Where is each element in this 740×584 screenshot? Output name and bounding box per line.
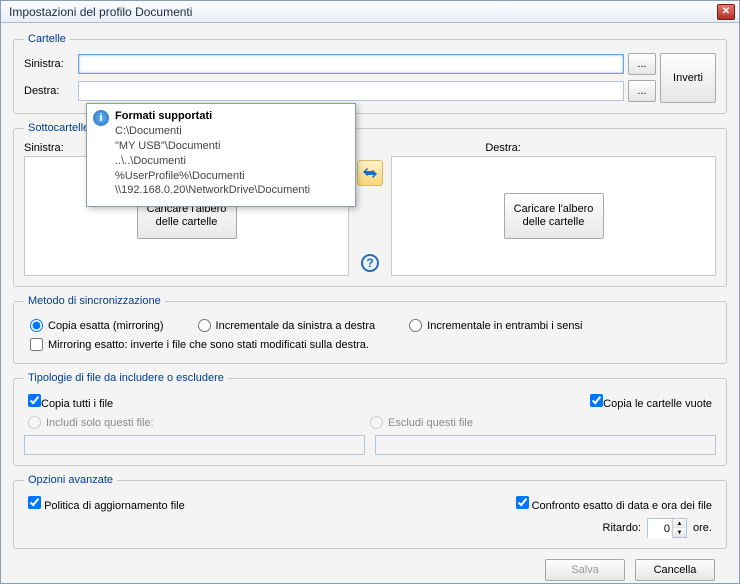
- path-formats-tooltip: i Formati supportati C:\Documenti "MY US…: [86, 103, 356, 207]
- copy-empty-folders[interactable]: Copia le cartelle vuote: [590, 394, 712, 410]
- delay-input[interactable]: [648, 519, 672, 539]
- exclude-patterns-input: [375, 435, 716, 455]
- left-folder-label: Sinistra:: [24, 58, 74, 70]
- invert-button[interactable]: Inverti: [660, 53, 716, 103]
- exact-compare[interactable]: Confronto esatto di data e ora dei file: [516, 496, 712, 512]
- exact-mirror-label: Mirroring esatto: inverte i file che son…: [48, 339, 369, 351]
- sync-opt-ltr[interactable]: Incrementale da sinistra a destra: [198, 319, 376, 332]
- update-policy-checkbox[interactable]: [28, 496, 41, 509]
- sync-opt-both[interactable]: Incrementale in entrambi i sensi: [409, 319, 582, 332]
- exact-compare-checkbox[interactable]: [516, 496, 529, 509]
- left-folder-input[interactable]: [78, 54, 624, 74]
- browse-right-button[interactable]: ...: [628, 80, 656, 102]
- exclude-radio: [370, 416, 383, 429]
- include-only-option: Includi solo questi file:: [28, 416, 370, 429]
- sync-opt-mirroring[interactable]: Copia esatta (mirroring): [30, 319, 164, 332]
- load-right-tree-button[interactable]: Caricare l'albero delle cartelle: [504, 193, 604, 239]
- right-tree-box: Caricare l'albero delle cartelle: [391, 156, 716, 276]
- sync-radio-3[interactable]: [409, 319, 422, 332]
- tooltip-line: ..\..\Documenti: [115, 154, 347, 169]
- delay-down-button[interactable]: ▼: [672, 528, 686, 537]
- sync-radio-1[interactable]: [30, 319, 43, 332]
- right-folder-label: Destra:: [24, 85, 74, 97]
- browse-left-button[interactable]: ...: [628, 53, 656, 75]
- include-only-radio: [28, 416, 41, 429]
- exclude-option: Escludi questi file: [370, 416, 712, 429]
- exact-mirror-checkbox[interactable]: [30, 338, 43, 351]
- tooltip-title: Formati supportati: [115, 110, 347, 122]
- help-icon[interactable]: ?: [361, 254, 379, 272]
- right-folder-input[interactable]: [78, 81, 624, 101]
- delay-label: Ritardo:: [603, 522, 642, 534]
- tooltip-line: %UserProfile%\Documenti: [115, 169, 347, 184]
- cancel-button[interactable]: Cancella: [635, 559, 715, 581]
- tooltip-line: "MY USB"\Documenti: [115, 139, 347, 154]
- copy-all-files[interactable]: Copia tutti i file: [28, 394, 113, 410]
- subfolders-legend: Sottocartelle: [24, 122, 93, 134]
- tooltip-line: \\192.168.0.20\NetworkDrive\Documenti: [115, 183, 347, 198]
- dialog-footer: Salva Cancella: [13, 553, 727, 583]
- sync-method-legend: Metodo di sincronizzazione: [24, 295, 165, 307]
- copy-empty-checkbox[interactable]: [590, 394, 603, 407]
- sync-method-group: Metodo di sincronizzazione Copia esatta …: [13, 295, 727, 364]
- include-patterns-input: [24, 435, 365, 455]
- titlebar: Impostazioni del profilo Documenti ✕: [1, 1, 739, 23]
- sync-icon[interactable]: [357, 160, 383, 186]
- folders-group: Cartelle Sinistra: ... Destra: ... Inver…: [13, 33, 727, 114]
- dialog-content: Cartelle Sinistra: ... Destra: ... Inver…: [1, 23, 739, 583]
- info-icon: i: [93, 110, 109, 126]
- tree-middle-controls: ?: [355, 156, 385, 276]
- folders-legend: Cartelle: [24, 33, 70, 45]
- close-button[interactable]: ✕: [717, 4, 735, 20]
- sub-right-label: Destra:: [485, 142, 716, 154]
- delay-spinner[interactable]: ▲ ▼: [647, 518, 687, 538]
- filetypes-legend: Tipologie di file da includere o esclude…: [24, 372, 228, 384]
- update-policy[interactable]: Politica di aggiornamento file: [28, 496, 185, 512]
- window-title: Impostazioni del profilo Documenti: [5, 5, 717, 19]
- save-button: Salva: [545, 559, 625, 581]
- tooltip-line: C:\Documenti: [115, 124, 347, 139]
- copy-all-checkbox[interactable]: [28, 394, 41, 407]
- delay-up-button[interactable]: ▲: [672, 519, 686, 528]
- delay-unit: ore.: [693, 522, 712, 534]
- advanced-group: Opzioni avanzate Politica di aggiornamen…: [13, 474, 727, 549]
- advanced-legend: Opzioni avanzate: [24, 474, 117, 486]
- sync-radio-2[interactable]: [198, 319, 211, 332]
- dialog-window: Impostazioni del profilo Documenti ✕ Car…: [0, 0, 740, 584]
- filetypes-group: Tipologie di file da includere o esclude…: [13, 372, 727, 466]
